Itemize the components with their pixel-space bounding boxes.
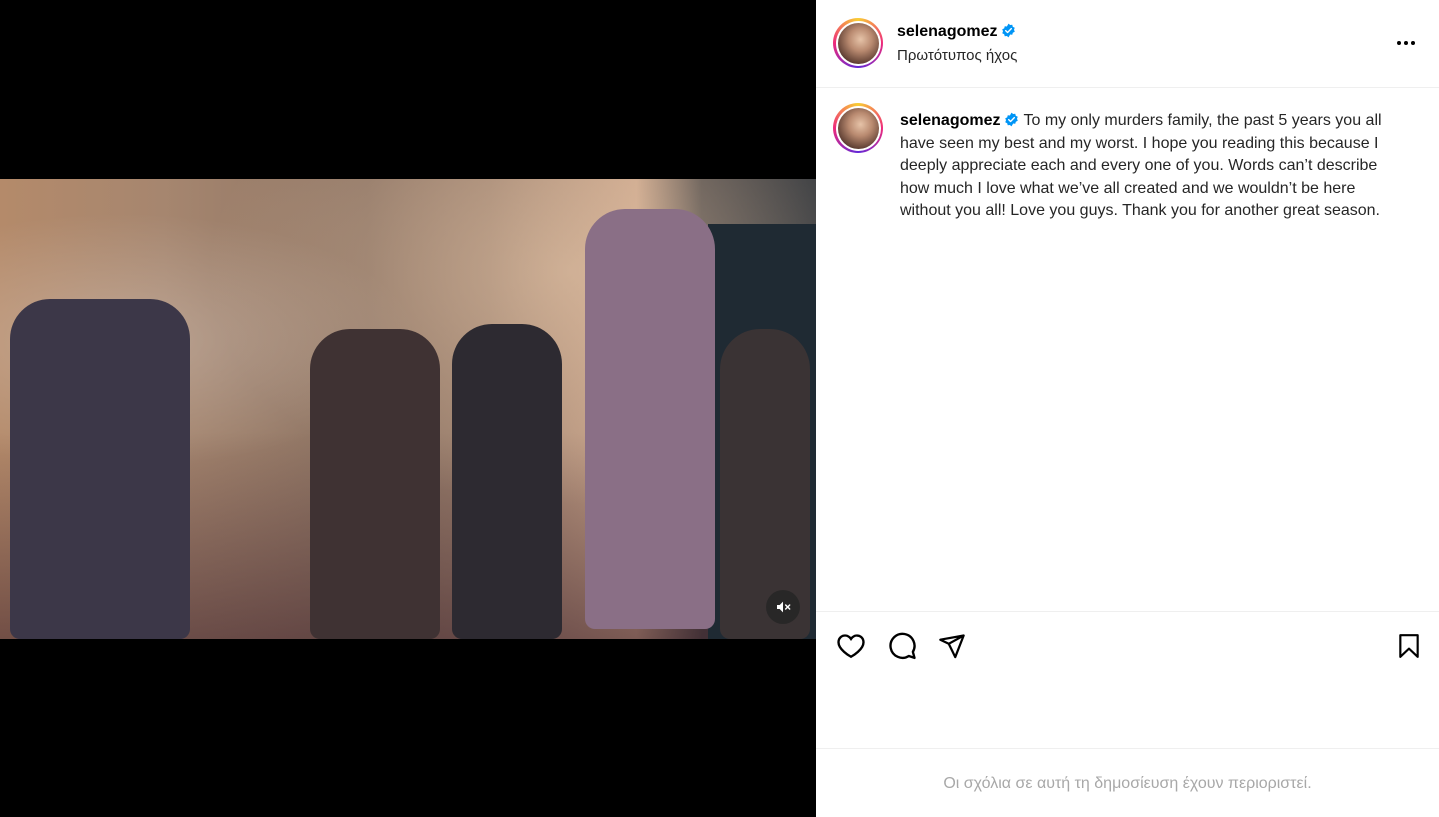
post-actions-bar — [816, 612, 1439, 749]
save-button[interactable] — [1393, 630, 1425, 662]
comment-icon — [889, 632, 916, 660]
mute-toggle-button[interactable] — [766, 590, 800, 624]
video-person — [10, 299, 190, 639]
caption-text-block: selenagomez To my only murders family, t… — [900, 110, 1405, 223]
avatar-image — [837, 22, 879, 64]
share-button[interactable] — [936, 630, 968, 662]
avatar-image — [837, 107, 879, 149]
author-username-link[interactable]: selenagomez — [897, 23, 1016, 41]
like-button[interactable] — [835, 630, 867, 662]
caption-username-link[interactable]: selenagomez — [900, 112, 1000, 129]
verified-badge-icon — [1002, 23, 1016, 38]
video-person — [720, 329, 810, 639]
more-options-icon[interactable] — [1394, 33, 1418, 53]
post-header: selenagomez Πρωτότυπος ήχος — [816, 0, 1439, 88]
post-side-panel: selenagomez Πρωτότυπος ήχος selenagomez … — [816, 0, 1439, 817]
caption-avatar[interactable] — [833, 103, 883, 153]
comments-limited-notice: Οι σχόλια σε αυτή τη δημοσίευση έχουν πε… — [943, 774, 1312, 792]
author-avatar[interactable] — [833, 18, 883, 68]
audio-label-link[interactable]: Πρωτότυπος ήχος — [897, 47, 1017, 64]
heart-icon — [837, 634, 865, 659]
author-username: selenagomez — [897, 23, 998, 40]
post-video[interactable] — [0, 179, 816, 639]
post-caption: selenagomez To my only murders family, t… — [816, 88, 1439, 612]
verified-badge-icon — [1005, 112, 1019, 127]
media-viewer — [0, 0, 816, 817]
comment-button[interactable] — [886, 630, 918, 662]
video-person — [452, 324, 562, 639]
share-icon — [939, 634, 965, 659]
speaker-muted-icon — [777, 601, 791, 613]
video-person — [310, 329, 440, 639]
bookmark-icon — [1399, 634, 1419, 658]
video-person — [585, 209, 715, 629]
